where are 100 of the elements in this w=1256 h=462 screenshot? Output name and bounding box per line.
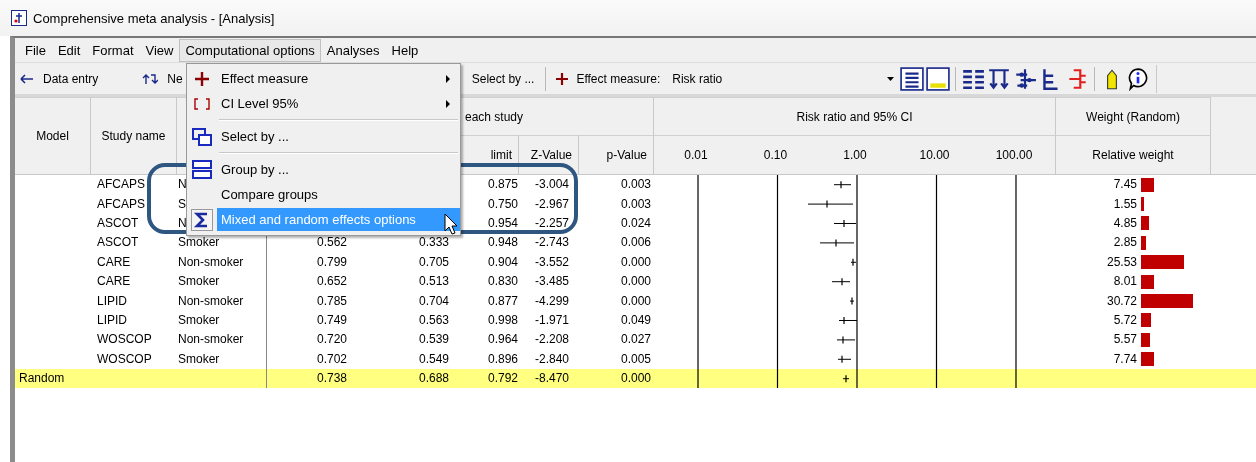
table-cell-text: 0.998 bbox=[487, 311, 518, 329]
confidence-interval-marker bbox=[833, 180, 852, 189]
column-group-header: Risk ratio and 95% CI bbox=[654, 97, 1056, 135]
table-cell-text: 0.705 bbox=[418, 253, 449, 271]
weight-bar bbox=[1141, 216, 1150, 231]
table-cell-text: 0.024 bbox=[620, 214, 651, 232]
table-cell-text: 0.704 bbox=[418, 292, 449, 310]
table-cell-text: 4.85 bbox=[1113, 214, 1137, 232]
lines-icon[interactable] bbox=[900, 66, 925, 91]
table-cell-text: N bbox=[178, 176, 187, 194]
column-header: Z-Value bbox=[519, 135, 579, 174]
mouse-pointer-icon bbox=[444, 213, 458, 235]
table-cell-text: 7.45 bbox=[1113, 176, 1137, 194]
table-cell-text: 0.785 bbox=[316, 292, 347, 310]
table-cell-text: 0.875 bbox=[487, 176, 518, 194]
table-cell-text: Smoker bbox=[178, 350, 220, 368]
table-cell-text: 2.85 bbox=[1113, 234, 1137, 252]
column-group-header: Weight (Random) bbox=[1056, 97, 1211, 135]
table-cell-text: -3.004 bbox=[534, 176, 569, 194]
table-cell-text: 0.720 bbox=[316, 331, 347, 349]
panel-icon[interactable] bbox=[926, 66, 951, 91]
confidence-interval-marker bbox=[838, 316, 858, 325]
table-cell-text: 8.01 bbox=[1113, 273, 1137, 291]
stacked-bars-icon bbox=[192, 159, 212, 180]
next-button[interactable]: Ne bbox=[137, 69, 188, 88]
table-cell-text: 0.792 bbox=[487, 370, 518, 388]
dropdown-caret-icon bbox=[887, 76, 895, 81]
table-cell-text: 5.57 bbox=[1113, 331, 1137, 349]
effect-measure-dropdown[interactable]: Effect measure: Risk ratio bbox=[552, 71, 899, 86]
weight-bar bbox=[1141, 255, 1184, 270]
left-arrow-icon bbox=[20, 73, 34, 84]
menu-item[interactable]: Effect measure bbox=[217, 67, 460, 90]
table-cell-text: 0.003 bbox=[620, 195, 651, 213]
menu-item[interactable]: Help bbox=[385, 38, 425, 62]
confidence-interval-marker bbox=[836, 335, 856, 344]
data-entry-button[interactable]: Data entry bbox=[15, 69, 104, 88]
window-title: Comprehensive meta analysis - [Analysis] bbox=[33, 10, 275, 26]
table-cell-text: 0.005 bbox=[620, 350, 651, 368]
table-cell-text: 0.738 bbox=[316, 370, 347, 388]
weight-bar bbox=[1141, 197, 1144, 212]
axis-tick-label: 10.00 bbox=[919, 148, 950, 162]
menu-item[interactable]: Computational options bbox=[179, 38, 321, 62]
table-cell-text: 0.563 bbox=[418, 311, 449, 329]
menu-item[interactable]: Format bbox=[86, 38, 140, 62]
table-cell-text: 0.513 bbox=[418, 273, 449, 291]
weight-bar bbox=[1141, 313, 1151, 328]
table-cell-text: AFCAPS bbox=[97, 176, 145, 194]
confidence-interval-marker bbox=[833, 219, 857, 228]
table-cell-text: -3.552 bbox=[534, 253, 569, 271]
menu-item[interactable]: File bbox=[19, 38, 52, 62]
table-cell-text: 0.948 bbox=[487, 234, 518, 252]
select-by-button[interactable]: Select by ... bbox=[466, 69, 540, 88]
table-cell-text: N bbox=[178, 214, 187, 232]
column-header: Relative weight bbox=[1056, 135, 1211, 174]
weight-bar bbox=[1141, 352, 1154, 367]
table-cell-text: -4.299 bbox=[534, 292, 569, 310]
column-header: p-Value bbox=[579, 135, 654, 174]
confidence-interval-marker bbox=[831, 277, 851, 286]
table-cell-text: 0.000 bbox=[620, 273, 651, 291]
table-cell-text: 0.652 bbox=[316, 273, 347, 291]
confidence-interval-marker bbox=[842, 374, 850, 383]
table-cell-text: 0.000 bbox=[620, 253, 651, 271]
confidence-interval-marker bbox=[849, 297, 855, 306]
menu-item[interactable]: View bbox=[139, 38, 180, 62]
table-cell-text: ASCOT bbox=[97, 214, 139, 232]
forest-plot-icon[interactable] bbox=[1013, 66, 1038, 91]
table-cell-text: LIPID bbox=[97, 292, 127, 310]
table-cell-text: 0.333 bbox=[418, 234, 449, 252]
weight-bar bbox=[1141, 177, 1154, 192]
table-cell-text: 0.000 bbox=[620, 370, 651, 388]
table-cell-text: Non-smoker bbox=[178, 253, 244, 271]
plus-icon bbox=[556, 72, 569, 85]
table-cell-text: CARE bbox=[97, 273, 131, 291]
table-cell-text: 0.688 bbox=[418, 370, 449, 388]
table-cell-text: S bbox=[178, 195, 186, 213]
table-cell-text: 0.830 bbox=[487, 273, 518, 291]
table-cell-text: LIPID bbox=[97, 311, 127, 329]
table-cell-text: Random bbox=[19, 370, 65, 388]
table-cell-text: 0.049 bbox=[620, 311, 651, 329]
table-cell-text: WOSCOP bbox=[97, 331, 152, 349]
table-cell-text: 0.749 bbox=[316, 311, 347, 329]
menu-item[interactable]: Compare groups bbox=[217, 183, 460, 206]
table-cell-text: 0.539 bbox=[418, 331, 449, 349]
table-cell-text: 1.55 bbox=[1113, 195, 1137, 213]
confidence-interval-marker bbox=[850, 258, 857, 267]
table-cell-text: -8.470 bbox=[534, 370, 569, 388]
table-cell-text: 0.027 bbox=[620, 331, 651, 349]
weight-bar bbox=[1141, 235, 1146, 250]
menu-item[interactable]: Analyses bbox=[320, 38, 386, 62]
table-cell-text: Smoker bbox=[178, 311, 220, 329]
down-arrows-icon[interactable] bbox=[987, 66, 1012, 91]
table-cell-text: 0.702 bbox=[316, 350, 347, 368]
table-cell-text: AFCAPS bbox=[97, 195, 145, 213]
menu-item[interactable]: Edit bbox=[51, 38, 87, 62]
table-cell-text: -2.743 bbox=[534, 234, 569, 252]
table-cell-text: CARE bbox=[97, 253, 131, 271]
plus-icon bbox=[195, 71, 209, 86]
table-cell-text: WOSCOP bbox=[97, 350, 152, 368]
axis-tick-label: 1.00 bbox=[843, 148, 867, 162]
swap-arrows-icon bbox=[142, 72, 159, 85]
